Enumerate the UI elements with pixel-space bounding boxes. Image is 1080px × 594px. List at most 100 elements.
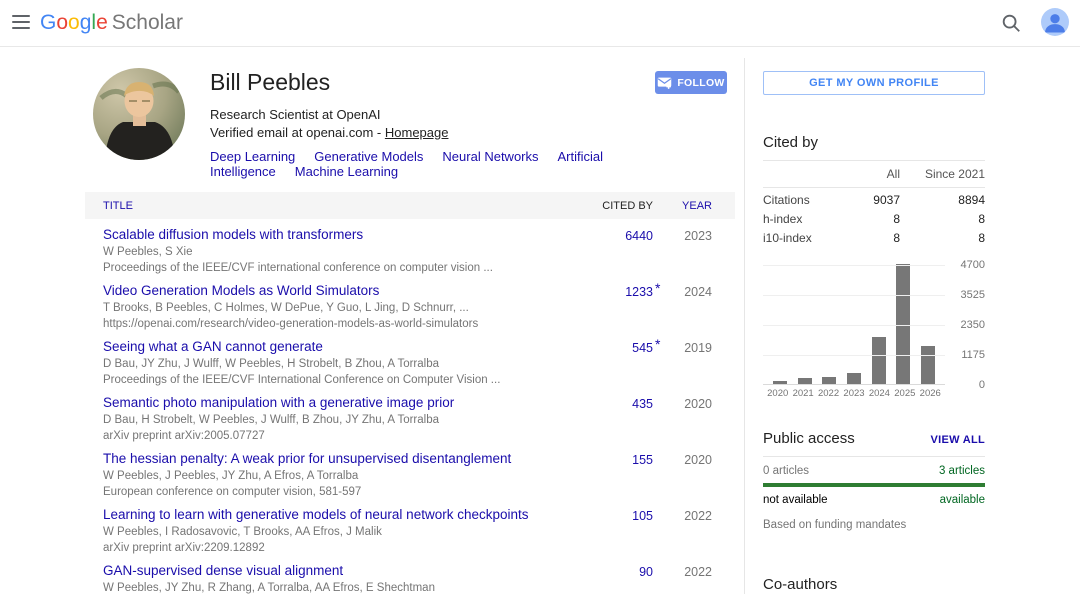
citations-chart-plot (763, 264, 945, 385)
publication-year: 2019 (684, 341, 712, 355)
stat-label: Citations (763, 193, 810, 207)
follow-button[interactable]: FOLLOW (655, 71, 727, 94)
citation-count-link[interactable]: 545 (583, 339, 653, 387)
publication-year: 2023 (684, 229, 712, 243)
publications-table-header: TITLE CITED BY YEAR (85, 192, 735, 219)
interest-link[interactable]: Machine Learning (295, 164, 398, 179)
publication-venue: arXiv preprint arXiv:2209.12892 (103, 542, 265, 554)
citation-count-link[interactable]: 1233 (583, 283, 653, 331)
publication-venue: Proceedings of the IEEE/CVF Internationa… (103, 374, 501, 386)
funding-mandates-note: Based on funding mandates (763, 519, 907, 531)
search-icon[interactable] (1000, 12, 1022, 34)
interest-link[interactable]: Neural Networks (442, 149, 538, 164)
publication-year: 2022 (684, 509, 712, 523)
cited-by-column-headers: All Since 2021 (763, 160, 985, 188)
person-icon (1045, 14, 1065, 33)
chart-y-tick: 3525 (960, 289, 985, 301)
publication-year: 2024 (684, 285, 712, 299)
top-navigation-bar: Google Scholar (0, 0, 1080, 47)
cited-by-col-since: Since 2021 (924, 167, 985, 181)
menu-icon[interactable] (12, 15, 30, 29)
chart-bar[interactable] (797, 378, 812, 384)
stat-all-value: 8 (893, 231, 900, 245)
publication-authors: T Brooks, B Peebles, C Holmes, W DePue, … (103, 302, 469, 314)
sort-by-title[interactable]: TITLE (103, 200, 583, 212)
not-available-label: not available (763, 494, 828, 506)
chart-bar[interactable] (920, 346, 935, 384)
stat-all-value: 8 (893, 212, 900, 226)
google-scholar-logo[interactable]: Google Scholar (40, 11, 183, 35)
public-access-progress-bar (763, 483, 985, 487)
chart-y-tick: 0 (978, 379, 985, 391)
publication-year: 2020 (684, 397, 712, 411)
publication-row: Video Generation Models as World Simulat… (85, 275, 735, 331)
citation-count-link[interactable]: 6440 (583, 227, 653, 275)
stat-since-value: 8894 (958, 193, 985, 207)
interest-link[interactable]: Deep Learning (210, 149, 295, 164)
account-avatar[interactable] (1041, 8, 1069, 36)
chart-y-tick: 1175 (961, 349, 985, 361)
stat-since-value: 8 (978, 212, 985, 226)
logo-letter: o (68, 11, 80, 34)
interests: Deep Learning Generative Models Neural Net… (210, 149, 650, 179)
stat-label: h-index (763, 212, 803, 226)
publication-title-link[interactable]: Seeing what a GAN cannot generate (103, 339, 573, 355)
publication-title-link[interactable]: GAN-supervised dense visual alignment (103, 563, 573, 579)
sort-by-year[interactable]: YEAR (667, 200, 712, 212)
asterisk-icon: * (655, 336, 661, 352)
publication-authors: W Peebles, JY Zhu, R Zhang, A Torralba, … (103, 582, 435, 594)
chart-x-tick: 2021 (792, 388, 814, 399)
view-all-link[interactable]: VIEW ALL (930, 434, 985, 446)
cited-by-panel: Cited by All Since 2021 Citations 9037 889… (763, 134, 985, 245)
chart-x-tick: 2024 (868, 388, 890, 399)
chart-gridline (763, 265, 945, 266)
sidebar-divider (744, 58, 745, 594)
public-access-panel: Public access VIEW ALL 0 articles 3 arti… (763, 430, 985, 531)
public-access-title: Public access (763, 430, 855, 447)
publication-title-link[interactable]: Scalable diffusion models with transform… (103, 227, 573, 243)
chart-y-tick: 2350 (960, 319, 985, 331)
interest-link[interactable]: Generative Models (314, 149, 423, 164)
sort-by-citations[interactable]: CITED BY (583, 200, 653, 212)
publication-authors: D Bau, H Strobelt, W Peebles, J Wulff, B… (103, 414, 440, 426)
logo-letter: g (79, 11, 92, 34)
citations-chart-x-labels: 2020 2021 2022 2023 2024 2025 2026 (763, 388, 945, 399)
chart-bar[interactable] (773, 381, 787, 384)
citations-chart: 2020 2021 2022 2023 2024 2025 2026 4700 3525 235… (763, 259, 985, 399)
publication-row: Semantic photo manipulation with a gener… (85, 387, 735, 443)
profile-email-line: Verified email at openai.com - Homepage (210, 125, 650, 140)
citation-count-link[interactable]: 105 (583, 507, 653, 555)
citation-count-link[interactable]: 435 (583, 395, 653, 443)
publication-title-link[interactable]: Learning to learn with generative models… (103, 507, 573, 523)
chart-gridline (763, 295, 945, 296)
homepage-link[interactable]: Homepage (385, 125, 449, 140)
profile-photo[interactable] (93, 68, 185, 160)
citation-count-link[interactable]: 155 (583, 451, 653, 499)
envelope-plus-icon (658, 77, 672, 89)
chart-x-tick: 2020 (767, 388, 789, 399)
get-my-own-profile-button[interactable]: GET MY OWN PROFILE (763, 71, 985, 95)
publications-body: Scalable diffusion models with transform… (85, 219, 735, 594)
profile-photo-image (93, 68, 185, 160)
chart-y-tick: 4700 (960, 259, 985, 271)
chart-x-tick: 2025 (894, 388, 916, 399)
stat-since-value: 8 (978, 231, 985, 245)
publications-table: TITLE CITED BY YEAR Scalable diffusion m… (85, 192, 735, 594)
cited-by-stats: Citations 9037 8894 h-index 8 8 i10-index 8 8 (763, 193, 985, 245)
chart-x-tick: 2026 (919, 388, 941, 399)
chart-bar[interactable] (896, 264, 911, 384)
chart-gridline (763, 325, 945, 326)
publication-title-link[interactable]: Video Generation Models as World Simulat… (103, 283, 573, 299)
citations-chart-y-labels: 4700 3525 2350 1175 0 (945, 259, 985, 397)
available-count: 3 articles (938, 465, 985, 477)
logo-letter: G (40, 11, 57, 34)
publication-authors: D Bau, JY Zhu, J Wulff, W Peebles, H Str… (103, 358, 440, 370)
chart-bar[interactable] (822, 377, 837, 384)
chart-bar[interactable] (846, 373, 861, 384)
publication-title-link[interactable]: The hessian penalty: A weak prior for un… (103, 451, 573, 467)
citation-count-link[interactable]: 90 (583, 563, 653, 594)
chart-bar[interactable] (871, 337, 886, 384)
logo-letter: o (56, 11, 69, 34)
publication-title-link[interactable]: Semantic photo manipulation with a gener… (103, 395, 573, 411)
chart-x-tick: 2023 (843, 388, 865, 399)
